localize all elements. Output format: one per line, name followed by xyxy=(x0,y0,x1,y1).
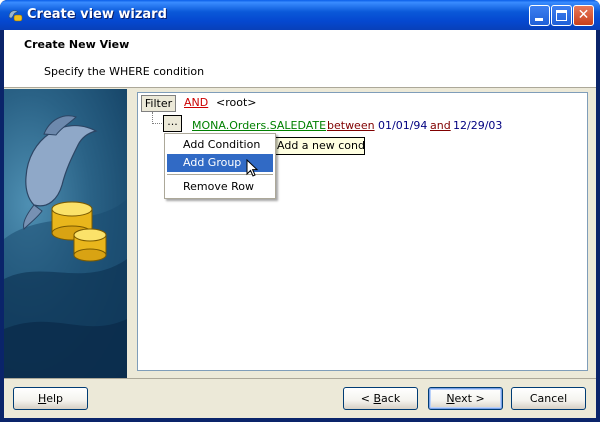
close-icon: ✕ xyxy=(577,7,590,23)
help-button-mnemonic: H xyxy=(37,392,47,405)
cancel-button[interactable]: Cancel xyxy=(511,387,586,410)
condition-operator-link[interactable]: between xyxy=(327,119,375,132)
page-subtitle: Specify the WHERE condition xyxy=(44,65,205,78)
help-button[interactable]: Help xyxy=(13,387,88,410)
dolphin-database-icon xyxy=(4,115,127,378)
tooltip: Add a new condition xyxy=(272,137,365,155)
condition-value1[interactable]: 01/01/94 xyxy=(378,119,427,132)
root-label: <root> xyxy=(216,96,257,109)
title-bar[interactable]: Create view wizard ✕ xyxy=(0,0,600,30)
back-button-mnemonic: B xyxy=(373,392,382,405)
sidebar-illustration xyxy=(4,89,127,378)
help-button-rest: elp xyxy=(46,392,64,405)
next-button[interactable]: Next > xyxy=(428,387,503,410)
wizard-header: Create New View Specify the WHERE condit… xyxy=(4,30,596,88)
close-button[interactable]: ✕ xyxy=(573,5,594,26)
next-button-rest: ext > xyxy=(454,392,485,405)
page-title: Create New View xyxy=(24,38,130,51)
filter-tree-panel[interactable]: Filter AND <root> ... MONA.Orders.SALEDA… xyxy=(137,92,588,371)
back-button-prefix: < xyxy=(360,392,374,405)
back-button-rest: ack xyxy=(381,392,401,405)
footer-divider xyxy=(4,378,596,379)
menu-item-add-condition[interactable]: Add Condition xyxy=(167,136,273,154)
condition-field-link[interactable]: MONA.Orders.SALEDATE xyxy=(192,119,326,132)
maximize-button[interactable] xyxy=(551,5,572,26)
tooltip-text: Add a new condition xyxy=(277,139,365,152)
next-button-mnemonic: N xyxy=(446,392,455,405)
row-menu-button[interactable]: ... xyxy=(163,115,182,132)
filter-button[interactable]: Filter xyxy=(141,95,176,112)
mouse-pointer-icon xyxy=(246,158,260,182)
minimize-icon xyxy=(535,18,543,21)
minimize-button[interactable] xyxy=(529,5,550,26)
condition-value2[interactable]: 12/29/03 xyxy=(453,119,502,132)
condition-joiner-link[interactable]: and xyxy=(430,119,451,132)
window-title: Create view wizard xyxy=(27,7,167,22)
wizard-window: Create view wizard ✕ Create New View Spe… xyxy=(0,0,600,422)
wizard-client-area: Create New View Specify the WHERE condit… xyxy=(4,30,596,418)
tree-connector-horizontal xyxy=(152,123,162,124)
back-button[interactable]: < Back xyxy=(343,387,418,410)
maximize-icon xyxy=(556,10,567,21)
dolphin-icon xyxy=(7,7,23,23)
root-operator-link[interactable]: AND xyxy=(184,96,208,109)
